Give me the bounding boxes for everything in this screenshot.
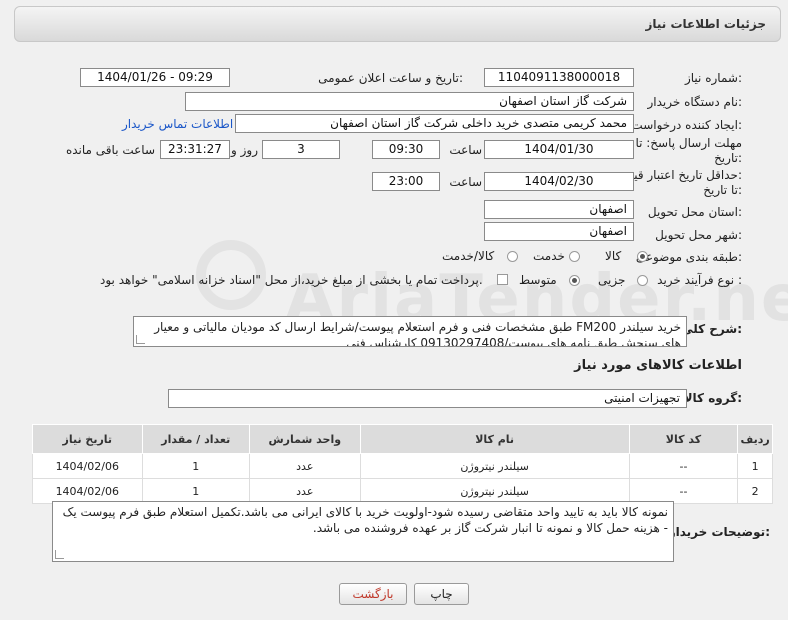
resize-grip-icon[interactable] [55,550,64,559]
category-option-goods-service: کالا/خدمت [442,249,495,263]
row-name: سیلندر نیتروژن [359,453,630,479]
row-unit: عدد [249,478,361,504]
creator-label: ایجاد کننده درخواست: [631,118,742,132]
validity-date-field: 1404/02/30 [484,172,634,191]
buyer-notes-label: توضیحات خریدار: [668,525,770,539]
remaining-time-label: ساعت باقی مانده [65,143,155,157]
announce-field: 1404/01/26 - 09:29 [80,68,230,87]
province-label: استان محل تحویل: [647,205,742,219]
deadline-time-field: 09:30 [372,140,440,159]
validity-label: حداقل تاریخ اعتبار قیمت: [615,168,742,182]
resize-grip-icon[interactable] [136,335,145,344]
col-qty: تعداد / مقدار [141,424,251,454]
col-code: کد کالا [628,424,739,454]
row-code: -- [628,478,739,504]
days-label: روز و [231,143,258,157]
goods-table-header: ردیف کد کالا نام کالا واحد شمارش تعداد /… [32,424,773,454]
col-unit: واحد شمارش [249,424,361,454]
process-label: نوع فرآیند خرید : [657,273,742,287]
row-qty: 1 [141,453,251,479]
validity-time-label: ساعت [449,175,482,189]
buyer-contact-link[interactable]: اطلاعات تماس خریدار [122,117,233,131]
goods-group-field: تجهیزات امنیتی [168,389,687,408]
buyer-notes-text: نمونه کالا باید به تایید واحد متقاضی رسی… [62,505,668,535]
deadline-time-label: ساعت [449,143,482,157]
print-button[interactable]: چاپ [414,583,469,605]
page-title: جزئیات اطلاعات نیاز [645,17,766,31]
process-radio-minor[interactable] [637,275,648,286]
row-date: 1404/02/06 [32,453,143,479]
row-unit: عدد [249,453,361,479]
validity-time-field: 23:00 [372,172,440,191]
goods-section-title: اطلاعات کالاهای مورد نیاز [574,358,742,373]
col-index: ردیف [737,424,773,454]
announce-label: تاریخ و ساعت اعلان عمومی: [318,71,463,85]
deadline-label: مهلت ارسال پاسخ: تا [635,136,742,150]
payment-checkbox[interactable] [497,274,508,285]
page-header: جزئیات اطلاعات نیاز [14,6,781,42]
city-label: شهر محل تحویل: [655,228,742,242]
city-field: اصفهان [484,222,634,241]
category-label: طبقه بندی موضوعی: [635,250,742,264]
buyer-notes-textarea[interactable]: نمونه کالا باید به تایید واحد متقاضی رسی… [52,501,674,562]
col-date: تاریخ نیاز [32,424,143,454]
deadline-date-field: 1404/01/30 [484,140,634,159]
category-option-goods: کالا [605,249,622,263]
buyer-org-label: نام دستگاه خریدار: [647,95,743,109]
category-radio-service[interactable] [569,251,580,262]
creator-field: محمد کریمی متصدی خرید داخلی شرکت گاز است… [235,114,634,133]
need-number-label: شماره نیاز: [684,71,742,85]
row-code: -- [628,453,739,479]
payment-note: پرداخت تمام یا بخشی از مبلغ خرید،از محل … [100,273,483,287]
row-date: 1404/02/06 [32,478,143,504]
process-option-minor: جزیی [598,273,626,287]
description-text: خرید سیلندر FM200 طبق مشخصات فنی و فرم ا… [154,320,681,347]
days-remaining-field: 3 [262,140,340,159]
validity-label-2: تا تاریخ: [703,183,742,197]
need-number-field: 1104091138000018 [484,68,634,87]
row-index: 2 [737,478,773,504]
remaining-time-field: 23:31:27 [160,140,230,159]
description-textarea[interactable]: خرید سیلندر FM200 طبق مشخصات فنی و فرم ا… [133,316,687,347]
deadline-label-2: تاریخ: [714,151,742,165]
row-index: 1 [737,453,773,479]
row-qty: 1 [141,478,251,504]
table-row: 1 -- سیلندر نیتروژن عدد 1 1404/02/06 [32,453,773,479]
row-name: سیلندر نیتروژن [359,478,630,504]
buyer-org-field: شرکت گاز استان اصفهان [185,92,634,111]
province-field: اصفهان [484,200,634,219]
table-row: 2 -- سیلندر نیتروژن عدد 1 1404/02/06 [32,478,773,504]
col-name: نام کالا [359,424,630,454]
category-radio-goods[interactable] [637,251,648,262]
process-radio-medium[interactable] [569,275,580,286]
goods-table: ردیف کد کالا نام کالا واحد شمارش تعداد /… [32,424,773,504]
back-button[interactable]: بازگشت [339,583,407,605]
process-option-medium: متوسط [519,273,557,287]
goods-group-label: گروه کالا: [683,391,742,405]
category-radio-goods-service[interactable] [507,251,518,262]
category-option-service: خدمت [533,249,565,263]
